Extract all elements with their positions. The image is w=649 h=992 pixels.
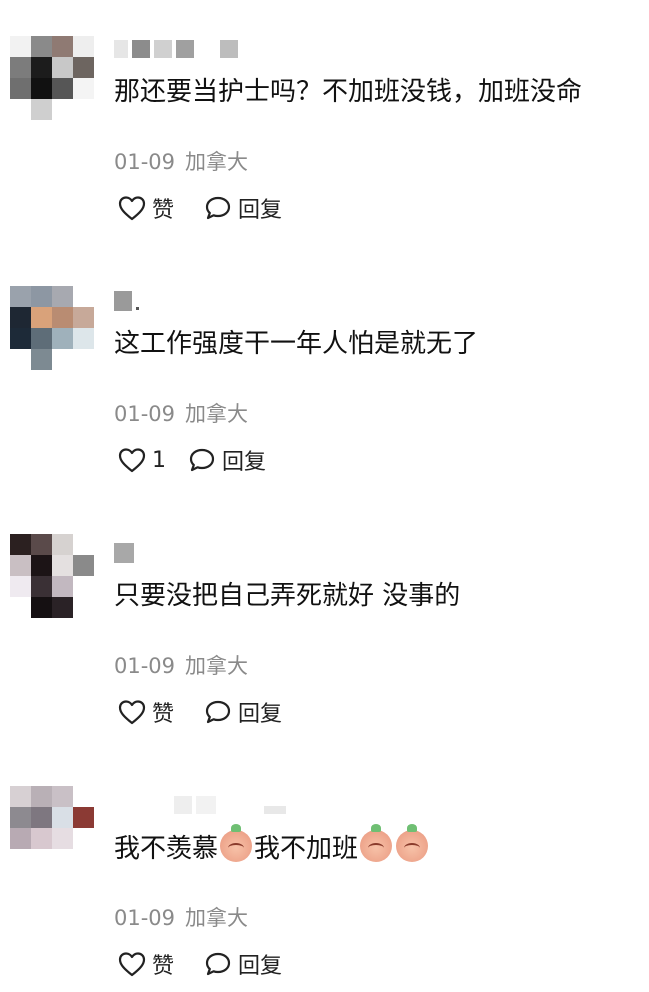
comment-location: 加拿大 <box>185 402 249 426</box>
comment-meta: 01-09 加拿大 <box>114 146 258 176</box>
comment-date: 01-09 <box>114 402 176 426</box>
username-blurred[interactable] <box>114 542 134 564</box>
reply-label: 回复 <box>238 954 283 979</box>
comment-date: 01-09 <box>114 654 176 678</box>
comment-location: 加拿大 <box>185 654 249 678</box>
comment-item: 这工作强度干一年人怕是就无了 01-09 加拿大 1 回复 <box>0 282 649 482</box>
comment-meta: 01-09 加拿大 <box>114 398 258 428</box>
comment-actions: 1 回复 <box>118 444 296 476</box>
heart-icon <box>118 196 146 221</box>
heart-icon <box>118 700 146 725</box>
speech-bubble-icon <box>205 952 231 976</box>
like-count: 1 <box>152 447 166 473</box>
avatar[interactable] <box>10 786 94 870</box>
comment-text-part: 我不加班 <box>254 834 359 864</box>
comment-text-part: 我不羡慕 <box>114 834 219 864</box>
comment-actions: 赞 回复 <box>118 696 312 728</box>
like-button[interactable]: 1 <box>118 447 166 473</box>
comment-date: 01-09 <box>114 906 176 930</box>
like-label: 赞 <box>152 954 175 979</box>
comment-text: 只要没把自己弄死就好 没事的 <box>114 581 461 611</box>
comment-text: 我不羡慕 我不加班 <box>114 824 430 867</box>
reply-button[interactable]: 回复 <box>188 444 266 476</box>
avatar[interactable] <box>10 286 94 370</box>
peach-face-emoji <box>220 824 253 862</box>
like-label: 赞 <box>152 198 175 223</box>
heart-icon <box>118 952 146 977</box>
comment-actions: 赞 回复 <box>118 948 312 980</box>
reply-label: 回复 <box>222 450 267 475</box>
reply-button[interactable]: 回复 <box>204 192 282 224</box>
comment-item: 只要没把自己弄死就好 没事的 01-09 加拿大 赞 回复 <box>0 534 649 734</box>
username-blurred[interactable] <box>114 794 286 816</box>
comment-item: 那还要当护士吗？不加班没钱，加班没命 01-09 加拿大 赞 回复 <box>0 30 649 230</box>
speech-bubble-icon <box>205 700 231 724</box>
comment-location: 加拿大 <box>185 906 249 930</box>
avatar[interactable] <box>10 534 94 618</box>
heart-icon <box>118 448 146 473</box>
reply-button[interactable]: 回复 <box>204 948 282 980</box>
reply-label: 回复 <box>238 702 283 727</box>
avatar[interactable] <box>10 36 94 120</box>
username-blurred[interactable] <box>114 38 238 60</box>
peach-face-emoji <box>360 824 393 862</box>
like-button[interactable]: 赞 <box>118 948 174 980</box>
comment-item: 我不羡慕 我不加班 01-09 加拿大 赞 回复 <box>0 786 649 986</box>
comment-text: 这工作强度干一年人怕是就无了 <box>114 329 479 359</box>
comment-date: 01-09 <box>114 150 176 174</box>
reply-label: 回复 <box>238 198 283 223</box>
comment-text: 那还要当护士吗？不加班没钱，加班没命 <box>114 77 583 107</box>
peach-face-emoji <box>396 824 429 862</box>
username-blurred[interactable] <box>114 290 139 312</box>
comment-location: 加拿大 <box>185 150 249 174</box>
comment-actions: 赞 回复 <box>118 192 312 224</box>
reply-button[interactable]: 回复 <box>204 696 282 728</box>
like-label: 赞 <box>152 702 175 727</box>
like-button[interactable]: 赞 <box>118 696 174 728</box>
like-button[interactable]: 赞 <box>118 192 174 224</box>
comment-meta: 01-09 加拿大 <box>114 650 258 680</box>
speech-bubble-icon <box>205 196 231 220</box>
comment-meta: 01-09 加拿大 <box>114 902 258 932</box>
speech-bubble-icon <box>189 448 215 472</box>
